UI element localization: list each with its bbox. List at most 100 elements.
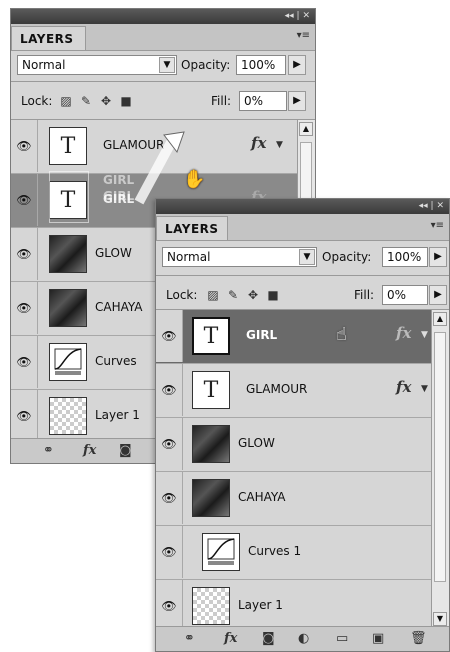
opacity-field[interactable]: 100% bbox=[236, 55, 286, 75]
link-icon[interactable]: ⚭ bbox=[43, 443, 54, 458]
opacity-label: Opacity: bbox=[322, 250, 372, 264]
lock-transparency-icon[interactable]: ▨ bbox=[59, 94, 73, 108]
panel-titlebar[interactable]: ◂◂ | ✕ bbox=[11, 9, 315, 24]
visibility-eye-icon[interactable]: 👁 bbox=[11, 336, 38, 388]
visibility-eye-icon[interactable]: 👁 bbox=[156, 526, 183, 578]
opacity-arrow-icon[interactable]: ▶ bbox=[288, 55, 306, 75]
lock-all-icon[interactable]: ■ bbox=[266, 288, 280, 302]
panel-tab-row: LAYERS ▾≡ bbox=[11, 24, 315, 51]
blend-mode-value: Normal bbox=[22, 58, 66, 72]
lock-label: Lock: bbox=[166, 288, 198, 302]
layer-name[interactable]: GLOW bbox=[95, 246, 132, 260]
fill-label: Fill: bbox=[354, 288, 375, 302]
text-layer-thumbnail: T bbox=[192, 371, 230, 409]
lock-label: Lock: bbox=[21, 94, 53, 108]
fx-icon[interactable]: fx bbox=[396, 324, 411, 342]
layer-name[interactable]: GIRL bbox=[246, 328, 277, 342]
scroll-up-icon[interactable]: ▲ bbox=[433, 312, 447, 326]
visibility-eye-icon[interactable]: 👁 bbox=[156, 364, 183, 416]
lock-transparency-icon[interactable]: ▨ bbox=[206, 288, 220, 302]
fill-field[interactable]: 0% bbox=[239, 91, 287, 111]
fx-expand-icon[interactable]: ▼ bbox=[421, 384, 428, 394]
lock-all-icon[interactable]: ■ bbox=[119, 94, 133, 108]
fx-icon[interactable]: fx bbox=[251, 134, 266, 152]
hand-cursor-icon: ☝ bbox=[336, 324, 347, 345]
adjustment-icon[interactable]: ◐ bbox=[298, 631, 309, 646]
visibility-eye-icon[interactable]: 👁 bbox=[156, 310, 183, 362]
layer-row[interactable]: 👁 T GLAMOUR fx ▼ bbox=[156, 364, 431, 418]
layer-name[interactable]: GLOW bbox=[238, 436, 275, 450]
panel-titlebar[interactable]: ◂◂ | ✕ bbox=[156, 199, 449, 214]
visibility-eye-icon[interactable]: 👁 bbox=[11, 390, 38, 442]
visibility-eye-icon[interactable]: 👁 bbox=[11, 228, 38, 280]
panel-menu-icon[interactable]: ▾≡ bbox=[297, 30, 310, 41]
tab-layers[interactable]: LAYERS bbox=[11, 26, 86, 50]
opacity-arrow-icon[interactable]: ▶ bbox=[429, 247, 447, 267]
scroll-up-icon[interactable]: ▲ bbox=[299, 122, 313, 136]
visibility-eye-icon[interactable]: 👁 bbox=[156, 418, 183, 470]
layer-name[interactable]: CAHAYA bbox=[238, 490, 286, 504]
folder-icon[interactable]: ▭ bbox=[336, 631, 348, 646]
fx-icon[interactable]: fx bbox=[83, 443, 96, 458]
fx-expand-icon[interactable]: ▼ bbox=[276, 140, 283, 150]
fx-icon[interactable]: fx bbox=[224, 631, 237, 646]
panel-menu-icon[interactable]: ▾≡ bbox=[431, 220, 444, 231]
layer-list: 👁 T GIRL fx ▼ ☝ 👁 T GLAMOUR fx ▼ 👁 GLOW … bbox=[156, 310, 431, 634]
text-layer-thumbnail: T bbox=[49, 181, 87, 219]
layers-panel-front: ◂◂ | ✕ LAYERS ▾≡ Normal ▼ Opacity: 100% … bbox=[155, 198, 450, 652]
blend-mode-select[interactable]: Normal ▼ bbox=[17, 55, 177, 75]
mask-icon[interactable]: ◙ bbox=[119, 443, 132, 458]
fx-icon[interactable]: fx bbox=[396, 378, 411, 396]
fill-arrow-icon[interactable]: ▶ bbox=[288, 91, 306, 111]
blend-mode-value: Normal bbox=[167, 250, 211, 264]
curves-adjustment-icon bbox=[49, 343, 87, 381]
opacity-label: Opacity: bbox=[181, 58, 231, 72]
link-icon[interactable]: ⚭ bbox=[184, 631, 195, 646]
scroll-down-icon[interactable]: ▼ bbox=[433, 612, 447, 626]
panel-footer: ⚭ fx ◙ ◐ ▭ ▣ 🗑 bbox=[156, 626, 449, 651]
visibility-eye-icon[interactable]: 👁 bbox=[11, 174, 38, 226]
lock-move-icon[interactable]: ✥ bbox=[246, 288, 260, 302]
lock-move-icon[interactable]: ✥ bbox=[99, 94, 113, 108]
mask-icon[interactable]: ◙ bbox=[262, 631, 275, 646]
layer-row[interactable]: 👁 Curves 1 bbox=[156, 526, 431, 580]
layer-name[interactable]: Curves bbox=[95, 354, 137, 368]
fx-expand-icon[interactable]: ▼ bbox=[421, 330, 428, 340]
panel-tab-row: LAYERS ▾≡ bbox=[156, 214, 449, 241]
lock-row: Lock: ▨ ✎ ✥ ■ Fill: 0% ▶ bbox=[156, 281, 449, 309]
blend-row: Normal ▼ Opacity: 100% ▶ bbox=[156, 243, 449, 271]
visibility-eye-icon[interactable]: 👁 bbox=[11, 282, 38, 334]
trash-icon[interactable]: 🗑 bbox=[410, 631, 427, 646]
fill-field[interactable]: 0% bbox=[382, 285, 428, 305]
layer-row-selected[interactable]: 👁 T GIRL fx ▼ ☝ bbox=[156, 310, 431, 364]
layer-name[interactable]: Layer 1 bbox=[95, 408, 140, 422]
scroll-thumb[interactable] bbox=[434, 332, 446, 582]
fill-arrow-icon[interactable]: ▶ bbox=[429, 285, 447, 305]
layers-scrollbar[interactable]: ▲ ▼ bbox=[431, 310, 449, 628]
lock-paint-icon[interactable]: ✎ bbox=[79, 94, 93, 108]
photo-thumbnail bbox=[192, 479, 230, 517]
fill-label: Fill: bbox=[211, 94, 232, 108]
opacity-field[interactable]: 100% bbox=[382, 247, 428, 267]
visibility-eye-icon[interactable]: 👁 bbox=[11, 120, 38, 172]
layer-name[interactable]: Curves 1 bbox=[248, 544, 301, 558]
chevron-down-icon[interactable]: ▼ bbox=[299, 249, 315, 265]
layer-row[interactable]: 👁 CAHAYA bbox=[156, 472, 431, 526]
hand-cursor-icon: ✋ bbox=[183, 169, 206, 190]
blend-row: Normal ▼ Opacity: 100% ▶ bbox=[11, 51, 315, 79]
layer-name[interactable]: GLAMOUR bbox=[246, 382, 307, 396]
tab-layers[interactable]: LAYERS bbox=[156, 216, 228, 240]
visibility-eye-icon[interactable]: 👁 bbox=[156, 472, 183, 524]
layer-name[interactable]: CAHAYA bbox=[95, 300, 143, 314]
new-layer-icon[interactable]: ▣ bbox=[372, 631, 384, 646]
drag-arrow-icon bbox=[134, 131, 185, 205]
blend-mode-select[interactable]: Normal ▼ bbox=[162, 247, 317, 267]
lock-row: Lock: ▨ ✎ ✥ ■ Fill: 0% ▶ bbox=[11, 87, 315, 115]
chevron-down-icon[interactable]: ▼ bbox=[159, 57, 175, 73]
layer-row[interactable]: 👁 GLOW bbox=[156, 418, 431, 472]
curves-adjustment-icon bbox=[202, 533, 240, 571]
lock-paint-icon[interactable]: ✎ bbox=[226, 288, 240, 302]
text-layer-thumbnail: T bbox=[49, 127, 87, 165]
layer-name[interactable]: Layer 1 bbox=[238, 598, 283, 612]
visibility-eye-icon[interactable]: 👁 bbox=[156, 580, 183, 632]
